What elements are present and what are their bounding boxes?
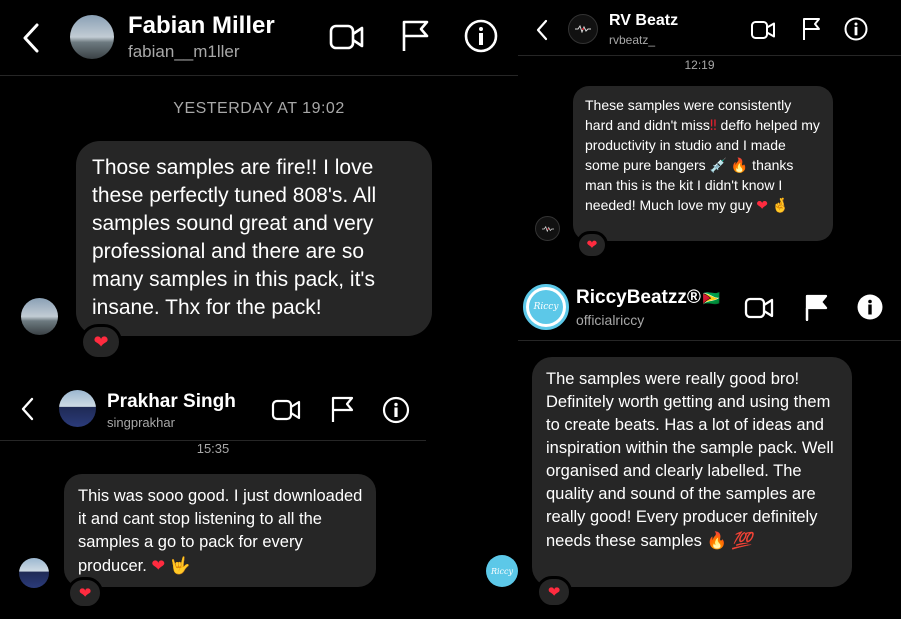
flag-icon[interactable] bbox=[328, 394, 356, 424]
heart-reaction[interactable]: ❤ bbox=[80, 324, 122, 360]
contact-handle: fabian__m1ller bbox=[128, 42, 240, 61]
info-icon[interactable] bbox=[855, 292, 885, 322]
message-bubble[interactable]: Those samples are fire!! I love these pe… bbox=[76, 141, 432, 336]
contact-handle: officialriccy bbox=[576, 312, 645, 328]
riccy-sender-avatar[interactable]: Riccy bbox=[486, 555, 518, 587]
contact-name: RV Beatz bbox=[609, 12, 679, 29]
back-icon[interactable] bbox=[14, 394, 40, 424]
avatar[interactable] bbox=[59, 390, 96, 427]
header-divider bbox=[518, 55, 901, 56]
video-call-icon[interactable] bbox=[743, 294, 775, 322]
heart-icon: ❤ bbox=[93, 331, 109, 353]
back-icon[interactable] bbox=[16, 20, 46, 56]
hundred-points-emoji: 💯 bbox=[731, 531, 753, 550]
video-call-icon[interactable] bbox=[749, 18, 777, 42]
heart-reaction[interactable]: ❤ bbox=[536, 576, 572, 608]
syringe-emoji: 💉 bbox=[709, 157, 727, 174]
header-divider bbox=[0, 75, 518, 76]
timestamp: YESTERDAY AT 19:02 bbox=[173, 100, 345, 117]
video-call-icon[interactable] bbox=[328, 20, 366, 54]
heart-reaction[interactable]: ❤ bbox=[576, 231, 608, 259]
timestamp: 12:19 bbox=[684, 58, 715, 72]
message-text: This was sooo good. I just downloaded it… bbox=[78, 487, 363, 575]
chat-panel-riccy: Riccy RiccyBeatzz® 🇬🇾 officialriccy The s… bbox=[518, 270, 901, 619]
flag-icon[interactable] bbox=[802, 292, 830, 322]
heart-icon: ❤ bbox=[547, 583, 561, 601]
crossed-fingers-emoji: 🤞 bbox=[771, 197, 790, 214]
guyana-flag-emoji: 🇬🇾 bbox=[702, 291, 721, 307]
rock-hand-emoji: 🤟 bbox=[169, 556, 191, 575]
header-divider bbox=[518, 340, 901, 341]
message-text: The samples were really good bro! Defini… bbox=[546, 370, 834, 550]
chat-panel-rvbeatz: RV Beatz rvbeatz_ 12:19 These samples we… bbox=[518, 0, 901, 270]
heart-icon: ❤ bbox=[78, 584, 92, 602]
message-text: Those samples are fire!! I love these pe… bbox=[92, 156, 377, 319]
sender-avatar[interactable] bbox=[21, 298, 58, 335]
contact-name: Fabian Miller bbox=[128, 12, 275, 39]
chat-panel-prakhar: Prakhar Singh singprakhar 15:35 This was… bbox=[0, 370, 518, 619]
video-call-icon[interactable] bbox=[270, 397, 302, 423]
timestamp: 15:35 bbox=[196, 441, 230, 456]
avatar[interactable] bbox=[568, 14, 598, 44]
heart-emoji: ❤ bbox=[151, 556, 166, 575]
avatar[interactable] bbox=[70, 15, 114, 59]
info-icon[interactable] bbox=[381, 395, 411, 425]
sender-avatar[interactable] bbox=[535, 216, 560, 241]
double-exclamation-emoji: ‼ bbox=[709, 117, 717, 134]
contact-name: Prakhar Singh bbox=[107, 391, 236, 412]
fire-emoji: 🔥 bbox=[706, 531, 728, 550]
flag-icon[interactable] bbox=[398, 18, 432, 54]
info-icon[interactable] bbox=[843, 16, 869, 42]
flag-icon[interactable] bbox=[799, 16, 823, 42]
message-bubble[interactable]: This was sooo good. I just downloaded it… bbox=[64, 474, 376, 587]
contact-handle: singprakhar bbox=[107, 415, 175, 430]
info-icon[interactable] bbox=[463, 18, 499, 54]
fire-emoji: 🔥 bbox=[730, 157, 749, 174]
heart-emoji: ❤ bbox=[756, 197, 768, 214]
avatar[interactable]: Riccy bbox=[523, 284, 569, 330]
riccy-logo: Riccy bbox=[529, 290, 563, 324]
back-icon[interactable] bbox=[530, 16, 552, 44]
sender-avatar[interactable] bbox=[19, 558, 49, 588]
contact-name: RiccyBeatzz® 🇬🇾 bbox=[576, 287, 721, 308]
chat-panel-fabian: Fabian Miller fabian__m1ller YESTERDAY A… bbox=[0, 0, 518, 370]
message-bubble[interactable]: These samples were consistently hard and… bbox=[573, 86, 833, 241]
heart-reaction[interactable]: ❤ bbox=[67, 577, 103, 609]
heart-icon: ❤ bbox=[586, 237, 598, 253]
contact-handle: rvbeatz_ bbox=[609, 33, 656, 47]
message-bubble[interactable]: The samples were really good bro! Defini… bbox=[532, 357, 852, 587]
